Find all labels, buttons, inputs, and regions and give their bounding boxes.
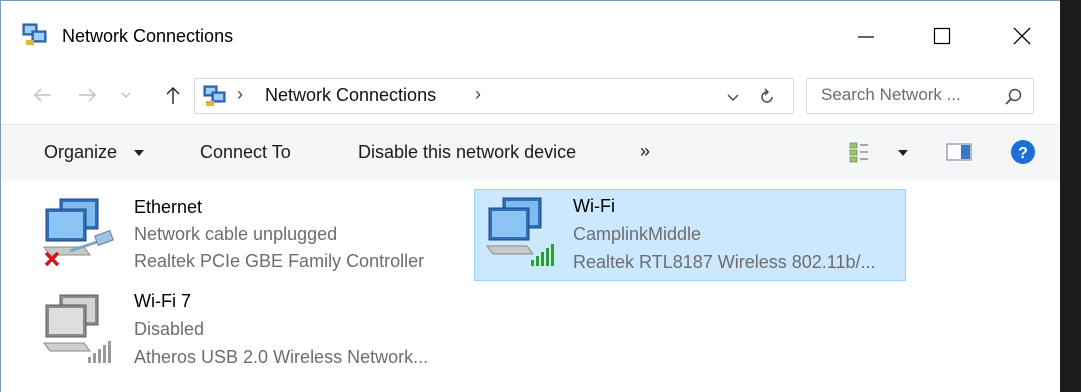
connection-name: Ethernet bbox=[134, 197, 203, 217]
connection-device: Realtek PCIe GBE Family Controller bbox=[134, 251, 425, 271]
recent-locations-button[interactable] bbox=[118, 80, 134, 110]
connection-item-wifi[interactable]: Wi-Fi CamplinkMiddle Realtek RTL8187 Wir… bbox=[474, 189, 906, 281]
refresh-icon[interactable] bbox=[755, 85, 779, 109]
connections-list: Ethernet Network cable unplugged Realtek… bbox=[0, 181, 1081, 392]
maximize-icon bbox=[933, 27, 951, 45]
connection-status: Disabled bbox=[134, 319, 205, 339]
connection-item-ethernet[interactable]: Ethernet Network cable unplugged Realtek… bbox=[36, 191, 466, 277]
chevron-down-icon bbox=[121, 92, 131, 98]
network-adapter-icon bbox=[43, 294, 111, 363]
search-placeholder: Search Network ... bbox=[821, 85, 961, 104]
connect-to-button[interactable]: Connect To bbox=[200, 142, 291, 163]
desktop-background bbox=[1060, 0, 1081, 392]
window-border bbox=[0, 0, 1, 392]
address-row: › Network Connections › Search Network .… bbox=[0, 68, 1081, 124]
help-icon[interactable]: ? bbox=[1010, 139, 1036, 165]
network-connections-icon bbox=[22, 23, 47, 45]
connection-device: Realtek RTL8187 Wireless 802.11b/... bbox=[573, 252, 876, 272]
back-button[interactable] bbox=[28, 80, 58, 110]
path-separator[interactable]: › bbox=[237, 84, 243, 105]
arrow-up-icon bbox=[166, 87, 180, 104]
breadcrumb-network-connections[interactable]: Network Connections bbox=[265, 85, 436, 106]
connection-device: Atheros USB 2.0 Wireless Network... bbox=[134, 347, 429, 367]
up-button[interactable] bbox=[158, 80, 188, 110]
network-connections-icon bbox=[203, 85, 226, 106]
arrow-left-icon bbox=[34, 88, 51, 102]
connection-status: CamplinkMiddle bbox=[573, 224, 702, 244]
search-icon[interactable] bbox=[1003, 86, 1025, 108]
chevron-down-icon[interactable] bbox=[723, 87, 743, 107]
svg-text:?: ? bbox=[1018, 145, 1028, 162]
maximize-button[interactable] bbox=[914, 14, 970, 58]
connection-item-wifi-7[interactable]: Wi-Fi 7 Disabled Atheros USB 2.0 Wireles… bbox=[36, 285, 466, 377]
preview-pane-icon[interactable] bbox=[946, 143, 972, 161]
search-input[interactable]: Search Network ... bbox=[806, 78, 1034, 114]
window-title: Network Connections bbox=[62, 26, 234, 46]
disable-device-button[interactable]: Disable this network device bbox=[358, 142, 576, 163]
arrow-right-icon bbox=[79, 88, 96, 102]
address-bar[interactable]: › Network Connections › bbox=[194, 78, 794, 114]
connection-name: Wi-Fi 7 bbox=[134, 291, 191, 311]
network-adapter-icon bbox=[43, 198, 114, 267]
caret-down-icon[interactable] bbox=[897, 149, 909, 157]
organize-button[interactable]: Organize bbox=[44, 142, 117, 163]
command-bar: Organize Connect To Disable this network… bbox=[0, 124, 1081, 182]
change-view-icon[interactable] bbox=[848, 141, 870, 163]
connection-status: Network cable unplugged bbox=[134, 224, 338, 244]
caret-down-icon[interactable] bbox=[133, 149, 145, 157]
title-bar: Network Connections bbox=[0, 0, 1081, 68]
connection-name: Wi-Fi bbox=[573, 196, 615, 216]
forward-button[interactable] bbox=[72, 80, 102, 110]
minimize-button[interactable] bbox=[838, 14, 894, 58]
close-button[interactable] bbox=[994, 14, 1050, 58]
more-commands-button[interactable]: » bbox=[640, 141, 650, 162]
close-icon bbox=[1013, 27, 1031, 45]
path-separator[interactable]: › bbox=[475, 84, 481, 105]
network-adapter-icon bbox=[486, 197, 554, 266]
minimize-icon bbox=[858, 36, 874, 38]
window-border bbox=[0, 0, 1060, 1]
